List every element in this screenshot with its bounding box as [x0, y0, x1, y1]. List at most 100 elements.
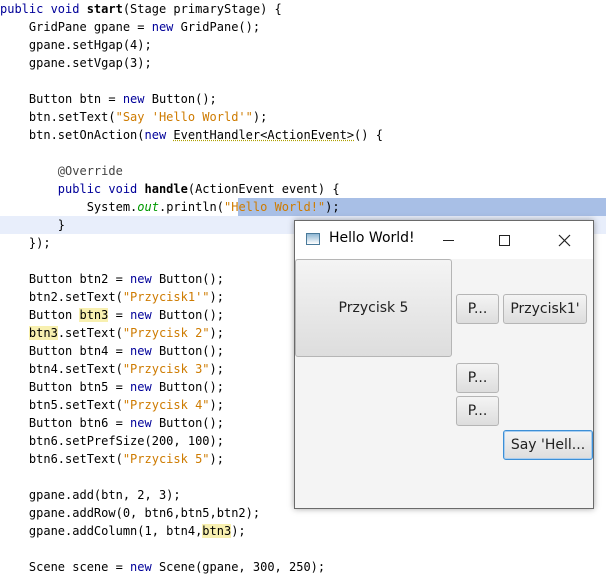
code-token: btn.setText( [0, 110, 116, 124]
code-token: new [122, 92, 145, 106]
code-line: btn5.setText("Przycisk 4"); [0, 396, 224, 414]
code-token: (ActionEvent event) { [187, 182, 340, 196]
close-icon [558, 234, 570, 246]
code-token: public void [0, 2, 87, 16]
code-token: Button(); [151, 272, 224, 286]
title-bar[interactable]: Hello World! [295, 221, 593, 259]
code-token: "Hello World!" [224, 200, 326, 214]
code-token: ); [209, 398, 224, 412]
code-token: ); [325, 200, 340, 214]
code-token: public void [57, 182, 145, 196]
code-token: start [86, 2, 123, 16]
code-token: btn6.setText( [0, 452, 123, 466]
code-token: .println( [158, 200, 224, 214]
code-line: btn6.setPrefSize(200, 100); [0, 432, 224, 450]
code-token: ); [209, 452, 224, 466]
code-line: Button btn5 = new Button(); [0, 378, 224, 396]
code-token: }); [0, 236, 51, 250]
code-token: new [144, 128, 167, 142]
przycisk-5-button[interactable]: Przycisk 5 [295, 259, 452, 357]
code-line: public void start(Stage primaryStage) { [0, 0, 282, 18]
code-token: btn3 [202, 524, 232, 538]
code-token: (Stage primaryStage) { [122, 2, 282, 16]
code-token: Button(); [144, 92, 217, 106]
code-token: "Przycisk 4" [122, 398, 210, 412]
code-token: btn4.setText( [0, 362, 123, 376]
javafx-window[interactable]: Hello World! Przycisk 5 P... Przycisk1' … [294, 220, 594, 509]
code-line: Button btn6 = new Button(); [0, 414, 224, 432]
code-line: public void handle(ActionEvent event) { [0, 180, 340, 198]
przycisk-3-button[interactable]: P... [456, 363, 499, 393]
code-line: Button btn = new Button(); [0, 90, 217, 108]
code-token: Button(); [151, 416, 224, 430]
code-token: "Przycisk 5" [122, 452, 210, 466]
code-line: gpane.setVgap(3); [0, 54, 152, 72]
code-line: @Override [0, 162, 123, 180]
say-hello-world-button[interactable]: Say 'Hell... [503, 430, 593, 460]
code-line: Button btn2 = new Button(); [0, 270, 224, 288]
code-token: Button btn5 = [0, 380, 131, 394]
minimize-icon [442, 239, 454, 241]
code-token: GridPane(); [173, 20, 261, 34]
code-token: "Przycisk 3" [122, 362, 210, 376]
code-token: btn.setOnAction( [0, 128, 145, 142]
code-token: new [130, 560, 152, 574]
code-line: gpane.setHgap(4); [0, 36, 152, 54]
code-line: Button btn4 = new Button(); [0, 342, 224, 360]
code-line: btn.setText("Say 'Hello World'"); [0, 108, 267, 126]
code-token: EventHandler<ActionEvent> [173, 128, 355, 142]
code-token: btn2.setText( [0, 290, 123, 304]
code-token: gpane.addColumn(1, btn4, [0, 524, 203, 538]
code-token: GridPane gpane = [0, 20, 152, 34]
code-token: Button btn = [0, 92, 123, 106]
code-line: btn4.setText("Przycisk 3"); [0, 360, 224, 378]
maximize-button[interactable] [481, 221, 527, 259]
code-token: "Say 'Hello World'" [115, 110, 253, 124]
code-token: Button(); [151, 308, 225, 322]
code-token: btn6.setPrefSize(200, 100); [0, 434, 224, 448]
code-token: Button [0, 308, 80, 322]
code-line: System.out.println("Hello World!"); [0, 198, 340, 216]
code-token: = [108, 308, 131, 322]
code-token: gpane.setVgap(3); [0, 56, 152, 70]
code-token: gpane.addRow(0, btn6,btn5,btn2); [0, 506, 261, 520]
code-token: new [130, 380, 152, 394]
code-line: }); [0, 234, 51, 252]
code-token: new [151, 20, 174, 34]
code-token: handle [144, 182, 188, 196]
minimize-button[interactable] [425, 221, 471, 259]
code-token: Scene scene = [0, 560, 131, 574]
code-token: System. [0, 200, 138, 214]
close-button[interactable] [541, 221, 587, 259]
code-line: btn2.setText("Przycisk1'"); [0, 288, 224, 306]
window-title: Hello World! [329, 230, 415, 246]
code-line: gpane.add(btn, 2, 3); [0, 486, 181, 504]
code-token: ); [252, 110, 268, 124]
code-line: btn3.setText("Przycisk 2"); [0, 324, 224, 342]
code-token: gpane.add(btn, 2, 3); [0, 488, 181, 502]
code-token: new [130, 416, 152, 430]
code-line: gpane.addColumn(1, btn4,btn3); [0, 522, 246, 540]
code-token: new [130, 344, 152, 358]
przycisk-2-button[interactable]: P... [456, 396, 499, 426]
code-token: ); [209, 362, 224, 376]
przycisk-4-button[interactable]: P... [456, 294, 499, 324]
code-token: new [130, 308, 152, 322]
code-line: gpane.addRow(0, btn6,btn5,btn2); [0, 504, 260, 522]
code-token: "Przycisk1'" [122, 290, 210, 304]
code-token: "Przycisk 2" [122, 326, 210, 340]
code-token: Scene(gpane, 300, 250); [151, 560, 326, 574]
code-token: ); [209, 290, 224, 304]
code-token: Button btn6 = [0, 416, 131, 430]
code-token: Button btn4 = [0, 344, 131, 358]
code-token: gpane.setHgap(4); [0, 38, 152, 52]
code-line: } [0, 216, 65, 234]
code-token: Button btn2 = [0, 272, 131, 286]
code-token: Button(); [151, 344, 224, 358]
przycisk1-button[interactable]: Przycisk1' [503, 294, 587, 324]
code-line: btn.setOnAction(new EventHandler<ActionE… [0, 126, 383, 144]
code-token: .setText( [57, 326, 123, 340]
code-line: btn6.setText("Przycisk 5"); [0, 450, 224, 468]
